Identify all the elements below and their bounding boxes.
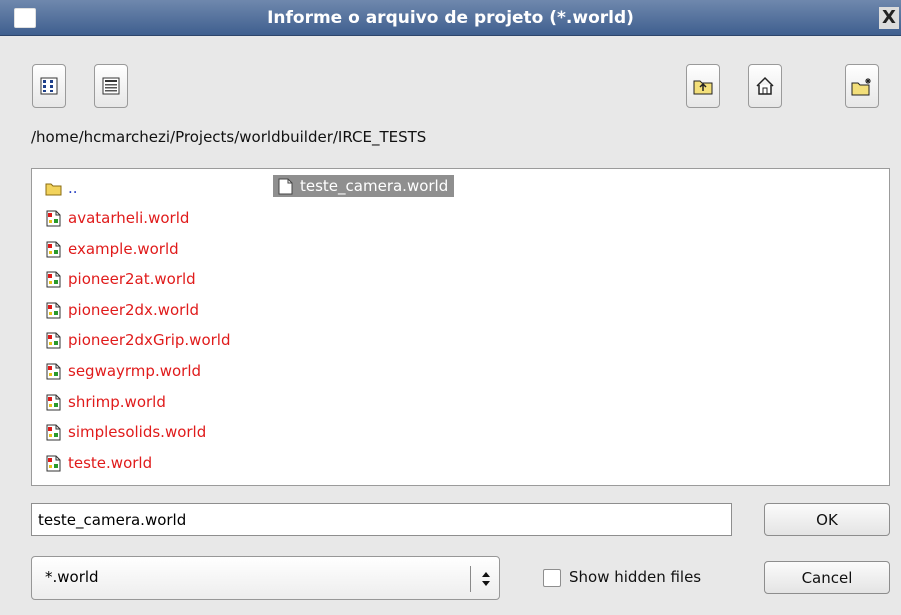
list-item[interactable]: segwayrmp.world	[45, 360, 201, 382]
list-item-label: teste.world	[68, 454, 153, 472]
window-title: Informe o arquivo de projeto (*.world)	[267, 7, 634, 28]
select-divider	[470, 566, 471, 592]
home-icon	[756, 76, 774, 95]
ok-button[interactable]: OK	[764, 503, 890, 536]
list-item-label: simplesolids.world	[68, 423, 207, 441]
home-button[interactable]	[748, 64, 782, 108]
list-item[interactable]: pioneer2at.world	[45, 268, 196, 290]
list-item-label: ..	[68, 179, 78, 197]
folder-icon	[45, 183, 62, 195]
file-filter-value: *.world	[45, 568, 99, 586]
world-file-icon	[46, 424, 61, 440]
list-item[interactable]: teste.world	[45, 452, 152, 474]
list-item[interactable]: pioneer2dxGrip.world	[45, 329, 231, 351]
world-file-icon	[46, 302, 61, 318]
current-path: /home/hcmarchezi/Projects/worldbuilder/I…	[31, 128, 427, 146]
world-file-icon	[46, 455, 61, 471]
list-item-label: teste_camera.world	[300, 177, 449, 195]
show-hidden-checkbox[interactable]	[543, 569, 561, 587]
file-filter-select[interactable]: *.world	[31, 556, 500, 600]
list-item-label: pioneer2at.world	[68, 270, 196, 288]
world-file-icon	[46, 241, 61, 257]
world-file-icon	[46, 332, 61, 348]
icon-view-button[interactable]	[32, 64, 66, 108]
list-item-selected[interactable]: teste_camera.world	[273, 175, 455, 197]
close-icon[interactable]: X	[879, 7, 899, 29]
list-item-label: segwayrmp.world	[68, 362, 202, 380]
updown-arrows-icon	[482, 572, 490, 586]
world-file-icon	[46, 394, 61, 410]
folder-up-icon	[693, 80, 713, 95]
list-item-parent-folder[interactable]: ..	[45, 177, 78, 199]
list-item-label: shrimp.world	[68, 393, 166, 411]
detail-view-button[interactable]	[94, 64, 128, 108]
list-item-label: avatarheli.world	[68, 209, 190, 227]
cancel-button[interactable]: Cancel	[764, 561, 890, 594]
list-item-label: pioneer2dx.world	[68, 301, 200, 319]
file-icon	[278, 178, 293, 194]
show-hidden-label: Show hidden files	[569, 568, 702, 586]
icon-view-icon	[40, 77, 58, 95]
list-item[interactable]: example.world	[45, 238, 179, 260]
list-item-label: pioneer2dxGrip.world	[68, 331, 231, 349]
world-file-icon	[46, 363, 61, 379]
list-item[interactable]: avatarheli.world	[45, 207, 189, 229]
world-file-icon	[46, 210, 61, 226]
title-bar[interactable]: Informe o arquivo de projeto (*.world) X	[0, 0, 901, 36]
detail-view-icon	[102, 77, 120, 95]
parent-folder-button[interactable]	[686, 64, 720, 108]
list-item-label: example.world	[68, 240, 179, 258]
window-menu-icon[interactable]	[14, 8, 36, 28]
list-item[interactable]: pioneer2dx.world	[45, 299, 199, 321]
filename-input[interactable]	[31, 503, 732, 536]
file-list[interactable]: .. avatarheli.world example.world pioneer2…	[31, 168, 890, 486]
world-file-icon	[46, 271, 61, 287]
list-item[interactable]: simplesolids.world	[45, 421, 206, 443]
new-folder-icon	[851, 78, 871, 96]
new-folder-button[interactable]	[845, 64, 879, 108]
list-item[interactable]: shrimp.world	[45, 391, 166, 413]
